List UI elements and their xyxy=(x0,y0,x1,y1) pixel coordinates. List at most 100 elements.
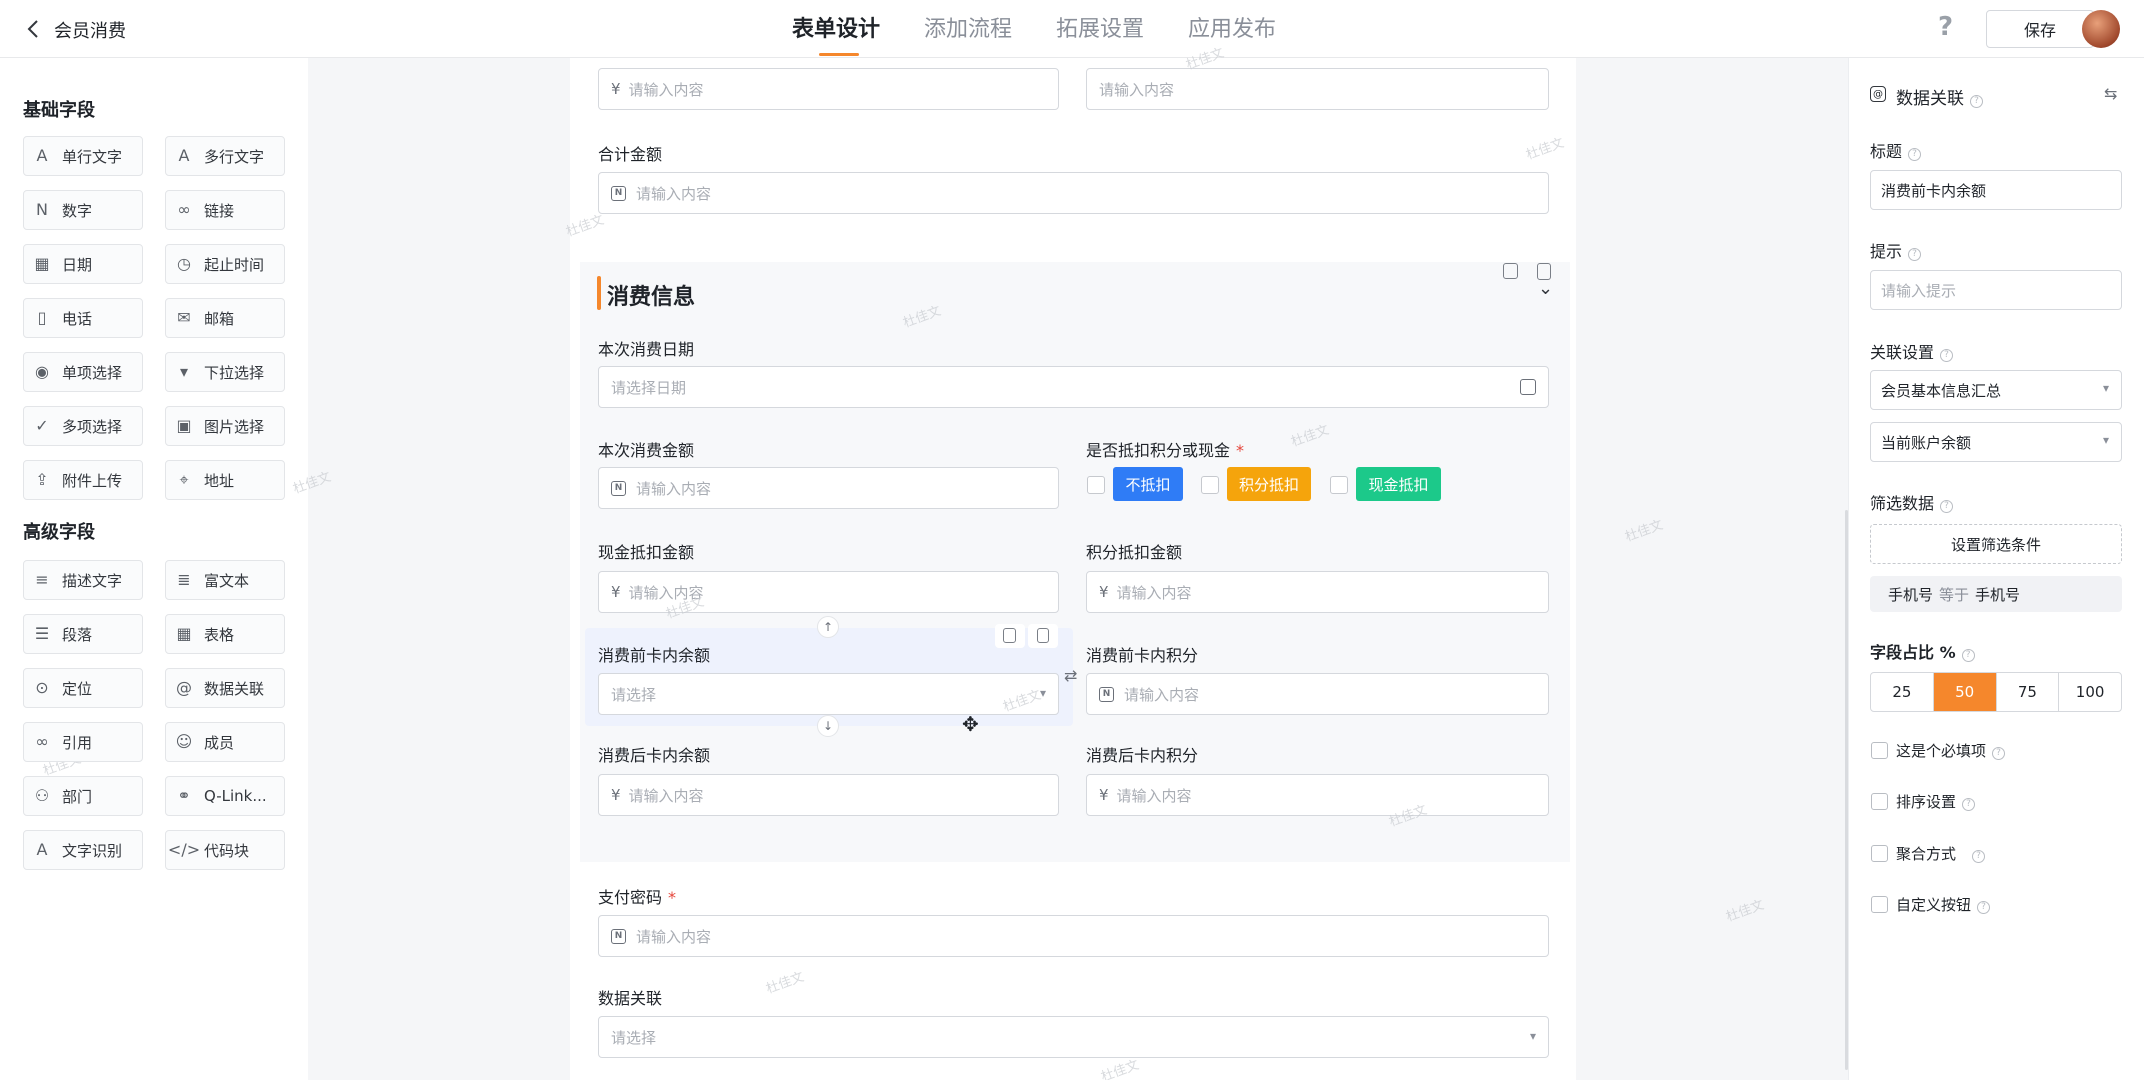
top-text-input[interactable]: 请输入内容 xyxy=(1086,68,1549,110)
field-code-button[interactable]: </> 代码块 xyxy=(165,830,285,870)
field-label: 下拉选择 xyxy=(204,363,265,382)
field-locate-button[interactable]: ⊙ 定位 xyxy=(23,668,143,708)
calendar-icon: ▦ xyxy=(34,254,50,273)
filter-condition[interactable]: 手机号 等于 手机号 xyxy=(1870,576,2122,612)
question-icon: ? xyxy=(1940,500,1954,513)
field-image-button[interactable]: ▣ 图片选择 xyxy=(165,406,285,446)
points-after-input[interactable]: ¥ 请输入内容 xyxy=(1086,774,1549,816)
chevron-down-icon[interactable]: ⌄ xyxy=(1538,278,1553,299)
custom-button-checkbox[interactable] xyxy=(1871,896,1888,913)
field-phone-button[interactable]: ▯ 电话 xyxy=(23,298,143,338)
field-label: 单项选择 xyxy=(62,363,123,382)
aggregate-checkbox[interactable] xyxy=(1871,845,1888,862)
tab-form-design[interactable]: 表单设计 xyxy=(792,14,880,56)
ratio-option-25[interactable]: 25 xyxy=(1871,673,1934,711)
move-down-icon[interactable]: ↓ xyxy=(817,715,839,737)
save-button[interactable]: 保存 xyxy=(1986,10,2094,48)
copy-icon[interactable] xyxy=(1503,263,1518,279)
hint-input[interactable]: 请输入提示 xyxy=(1870,270,2122,310)
ratio-option-100[interactable]: 100 xyxy=(2059,673,2121,711)
field-data-link-button[interactable]: @ 数据关联 xyxy=(165,668,285,708)
currency-icon: ¥ xyxy=(1099,583,1109,601)
currency-icon: ¥ xyxy=(611,583,621,601)
data-link-select[interactable]: 请选择 ▾ xyxy=(598,1016,1549,1058)
link-field-select[interactable]: 当前账户余额 ▾ xyxy=(1870,422,2122,462)
deduct-option-points[interactable]: 积分抵扣 xyxy=(1227,467,1311,501)
section-consume-info xyxy=(580,262,1570,862)
tab-app-publish[interactable]: 应用发布 xyxy=(1188,14,1276,46)
field-calendar-button[interactable]: ▦ 日期 xyxy=(23,244,143,284)
field-label: 成员 xyxy=(204,733,235,752)
ocr-icon: A xyxy=(36,840,48,859)
field-location-pin-button[interactable]: ⌖ 地址 xyxy=(165,460,285,500)
set-filter-button[interactable]: 设置筛选条件 xyxy=(1870,524,2122,564)
field-description-button[interactable]: ≡ 描述文字 xyxy=(23,560,143,600)
field-dropdown-button[interactable]: ▾ 下拉选择 xyxy=(165,352,285,392)
points-before-input[interactable]: N 请输入内容 xyxy=(1086,673,1549,715)
field-text-line-button[interactable]: A 单行文字 xyxy=(23,136,143,176)
field-clock-button[interactable]: ◷ 起止时间 xyxy=(165,244,285,284)
sort-checkbox[interactable] xyxy=(1871,793,1888,810)
field-reference-button[interactable]: ∞ 引用 xyxy=(23,722,143,762)
question-icon: ? xyxy=(1972,850,1986,863)
deduct-option-none-checkbox[interactable] xyxy=(1087,476,1105,494)
field-label: 部门 xyxy=(62,787,93,806)
delete-field-button[interactable] xyxy=(1028,624,1058,648)
field-mail-button[interactable]: ✉ 邮箱 xyxy=(165,298,285,338)
section-accent-bar xyxy=(597,276,601,310)
field-number-button[interactable]: N 数字 xyxy=(23,190,143,230)
required-check-label: 这是个必填项? xyxy=(1896,740,2006,761)
switch-icon[interactable]: ⇆ xyxy=(2104,84,2117,103)
move-up-icon[interactable]: ↑ xyxy=(817,616,839,638)
field-checkbox-button[interactable]: ✓ 多项选择 xyxy=(23,406,143,446)
required-mark: * xyxy=(668,888,677,907)
currency-icon: ¥ xyxy=(611,786,621,804)
currency-icon: ¥ xyxy=(611,80,621,98)
points-deduct-label: 积分抵扣金额 xyxy=(1086,543,1183,562)
field-label: 数据关联 xyxy=(204,679,265,698)
field-text-multiline-button[interactable]: A 多行文字 xyxy=(165,136,285,176)
points-deduct-input[interactable]: ¥ 请输入内容 xyxy=(1086,571,1549,613)
swap-icon[interactable]: ⇄ xyxy=(1064,666,1077,685)
balance-after-input[interactable]: ¥ 请输入内容 xyxy=(598,774,1059,816)
field-link-button[interactable]: ∞ 链接 xyxy=(165,190,285,230)
link-source-select[interactable]: 会员基本信息汇总 ▾ xyxy=(1870,370,2122,410)
tab-extension-settings[interactable]: 拓展设置 xyxy=(1056,14,1144,46)
password-input[interactable]: N 请输入内容 xyxy=(598,915,1549,957)
consume-amount-input[interactable]: N 请输入内容 xyxy=(598,467,1059,509)
field-ocr-button[interactable]: A 文字识别 xyxy=(23,830,143,870)
field-qlink-button[interactable]: ⚭ Q-Link... xyxy=(165,776,285,816)
field-paragraph-button[interactable]: ☰ 段落 xyxy=(23,614,143,654)
title-input[interactable]: 消费前卡内余额 xyxy=(1870,170,2122,210)
tab-add-process[interactable]: 添加流程 xyxy=(924,14,1012,46)
help-icon[interactable]: ? xyxy=(1938,12,1953,42)
field-member-button[interactable]: ☺ 成员 xyxy=(165,722,285,762)
consume-amount-label: 本次消费金额 xyxy=(598,441,695,460)
field-upload-button[interactable]: ⇪ 附件上传 xyxy=(23,460,143,500)
field-table-button[interactable]: ▦ 表格 xyxy=(165,614,285,654)
location-pin-icon: ⌖ xyxy=(179,470,189,489)
deduct-option-points-checkbox[interactable] xyxy=(1201,476,1219,494)
required-checkbox[interactable] xyxy=(1871,742,1888,759)
ratio-option-50[interactable]: 50 xyxy=(1933,673,1997,711)
total-amount-input[interactable]: N 请输入内容 xyxy=(598,172,1549,214)
field-radio-button[interactable]: ◉ 单项选择 xyxy=(23,352,143,392)
field-rich-text-button[interactable]: ≣ 富文本 xyxy=(165,560,285,600)
balance-before-select[interactable]: 请选择 ▾ xyxy=(598,673,1059,715)
consume-date-input[interactable]: 请选择日期 xyxy=(598,366,1549,408)
move-cursor-icon: ✥ xyxy=(962,712,979,736)
number-icon: N xyxy=(611,928,626,944)
text-multiline-icon: A xyxy=(178,146,190,165)
deduct-option-cash[interactable]: 现金抵扣 xyxy=(1356,467,1441,501)
deduct-label: 是否抵扣积分或现金 * xyxy=(1086,441,1245,460)
copy-field-button[interactable] xyxy=(995,624,1025,648)
ratio-option-75[interactable]: 75 xyxy=(1997,673,2060,711)
deduct-option-none[interactable]: 不抵扣 xyxy=(1113,467,1183,501)
avatar[interactable] xyxy=(2082,10,2120,48)
top-amount-input[interactable]: ¥ 请输入内容 xyxy=(598,68,1059,110)
text-line-icon: A xyxy=(36,146,48,165)
consume-date-label: 本次消费日期 xyxy=(598,340,695,359)
deduct-option-cash-checkbox[interactable] xyxy=(1330,476,1348,494)
back-arrow-icon[interactable] xyxy=(22,17,46,41)
field-department-button[interactable]: ⚇ 部门 xyxy=(23,776,143,816)
